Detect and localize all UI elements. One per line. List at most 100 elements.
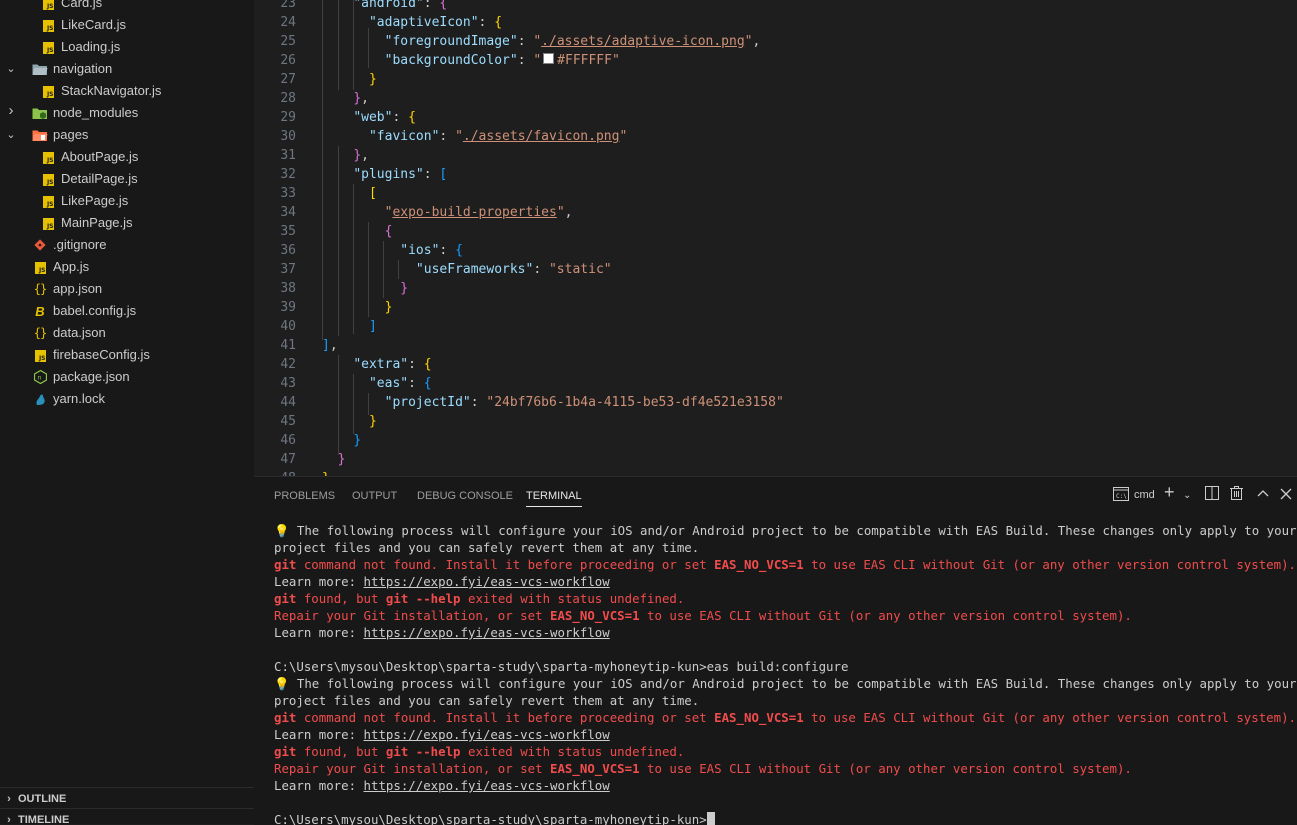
shell-name-label[interactable]: cmd (1134, 486, 1155, 504)
tree-item-label: .gitignore (53, 237, 107, 252)
tree-item[interactable]: LikePage.js (0, 190, 254, 212)
line-number: 45 (280, 414, 296, 429)
code-line[interactable]: 43 "eas": { (254, 374, 1297, 393)
js-file-icon (40, 171, 56, 187)
code-line[interactable]: 46 } (254, 431, 1297, 450)
trash-icon[interactable] (1230, 486, 1243, 504)
code-line[interactable]: 32 "plugins": [ (254, 165, 1297, 184)
terminal-line: Learn more: https://expo.fyi/eas-vcs-wor… (274, 625, 610, 640)
tree-item[interactable]: ⌄ navigation (0, 58, 254, 80)
tree-item-label: LikeCard.js (61, 17, 127, 32)
tree-item-label: AboutPage.js (61, 149, 139, 164)
tree-item[interactable]: StackNavigator.js (0, 80, 254, 102)
line-number: 48 (254, 469, 296, 476)
tree-item[interactable]: DetailPage.js (0, 168, 254, 190)
vcs-workflow-link[interactable]: https://expo.fyi/eas-vcs-workflow (364, 778, 610, 793)
code-line[interactable]: 34 "expo-build-properties", (254, 203, 1297, 222)
code-line[interactable]: 48} (254, 469, 1297, 476)
code-line[interactable]: 31 }, (254, 146, 1297, 165)
terminal-error-line: git command not found. Install it before… (274, 710, 1297, 725)
tree-item[interactable]: LikeCard.js (0, 14, 254, 36)
code-line[interactable]: 24 "adaptiveIcon": { (254, 13, 1297, 32)
indent-guide (353, 374, 354, 434)
code-line[interactable]: 28 }, (254, 89, 1297, 108)
indent-spacer: ⌄ (0, 129, 18, 141)
code-line[interactable]: 33 [ (254, 184, 1297, 203)
code-line[interactable]: 40 ] (254, 317, 1297, 336)
code-line[interactable]: 39 } (254, 298, 1297, 317)
tab-problems[interactable]: PROBLEMS (274, 487, 335, 513)
code-line[interactable]: 44 "projectId": "24bf76b6-1b4a-4115-be53… (254, 393, 1297, 412)
terminal-shell-icon[interactable]: C:\ (1113, 487, 1129, 505)
line-number: 43 (280, 376, 296, 391)
code-line[interactable]: 26 "backgroundColor": " #FFFFFF" (254, 51, 1297, 70)
chevron-down-icon[interactable]: ⌄ (4, 128, 18, 141)
vcs-workflow-link[interactable]: https://expo.fyi/eas-vcs-workflow (364, 574, 610, 589)
code-line[interactable]: 27 } (254, 70, 1297, 89)
indent-spacer: › (0, 102, 18, 119)
tree-item[interactable]: App.js (0, 256, 254, 278)
code-editor[interactable]: 23 "android": {24 "adaptiveIcon": {25 "f… (254, 0, 1297, 476)
line-number: 28 (280, 91, 296, 106)
code-line[interactable]: 45 } (254, 412, 1297, 431)
line-number: 36 (280, 243, 296, 258)
indent-guide (338, 146, 339, 336)
tree-item[interactable]: n package.json (0, 366, 254, 388)
vcs-workflow-link[interactable]: https://expo.fyi/eas-vcs-workflow (364, 625, 610, 640)
code-text: "web": { (353, 110, 416, 125)
tree-item[interactable]: ⌄ pages (0, 124, 254, 146)
tree-item[interactable]: .gitignore (0, 234, 254, 256)
close-panel-icon[interactable] (1280, 486, 1292, 504)
code-line[interactable]: 25 "foregroundImage": "./assets/adaptive… (254, 32, 1297, 51)
tree-item[interactable]: MainPage.js (0, 212, 254, 234)
timeline-section-header[interactable]: › TIMELINE (0, 808, 254, 824)
code-line[interactable]: 42 "extra": { (254, 355, 1297, 374)
outline-section-header[interactable]: › OUTLINE (0, 787, 254, 810)
vcs-workflow-link[interactable]: https://expo.fyi/eas-vcs-workflow (364, 727, 610, 742)
code-line[interactable]: 29 "web": { (254, 108, 1297, 127)
chevron-down-icon[interactable]: ⌄ (1183, 487, 1191, 505)
tree-item[interactable]: yarn.lock (0, 388, 254, 410)
line-number: 26 (280, 53, 296, 68)
code-line[interactable]: 41], (254, 336, 1297, 355)
new-terminal-plus-icon[interactable]: + (1164, 483, 1175, 501)
split-terminal-icon[interactable] (1205, 486, 1219, 504)
tree-item[interactable]: AboutPage.js (0, 146, 254, 168)
indent-guide (398, 260, 399, 279)
code-line[interactable]: 23 "android": { (254, 0, 1297, 13)
color-swatch[interactable] (543, 53, 555, 64)
code-text: } (400, 281, 409, 296)
maximize-panel-icon[interactable] (1257, 486, 1269, 504)
code-line[interactable]: 36 "ios": { (254, 241, 1297, 260)
code-text: "expo-build-properties", (384, 205, 573, 220)
tab-debug-console[interactable]: DEBUG CONSOLE (417, 487, 513, 513)
terminal-output[interactable]: 💡 The following process will configure y… (274, 522, 1297, 825)
tree-item-label: pages (53, 127, 89, 142)
tree-item[interactable]: {} app.json (0, 278, 254, 300)
tree-item[interactable]: firebaseConfig.js (0, 344, 254, 366)
line-number: 31 (280, 148, 296, 163)
chevron-down-icon[interactable]: ⌄ (4, 62, 18, 75)
tab-terminal[interactable]: TERMINAL (526, 487, 582, 507)
tree-item-label: StackNavigator.js (61, 83, 162, 98)
chevron-right-icon: › (7, 814, 11, 824)
tree-item[interactable]: Loading.js (0, 36, 254, 58)
line-number: 39 (280, 300, 296, 315)
js-file-icon (40, 17, 56, 33)
code-line[interactable]: 35 { (254, 222, 1297, 241)
tree-item[interactable]: Card.js (0, 0, 254, 14)
tab-output[interactable]: OUTPUT (352, 487, 397, 513)
code-line[interactable]: 30 "favicon": "./assets/favicon.png" (254, 127, 1297, 146)
tree-item[interactable]: Bbabel.config.js (0, 300, 254, 322)
terminal-line: 💡 The following process will configure y… (274, 676, 1297, 691)
code-line[interactable]: 37 "useFrameworks": "static" (254, 260, 1297, 279)
indent-guide (353, 184, 354, 334)
chevron-right-icon[interactable]: › (4, 102, 18, 119)
tree-item-label: App.js (53, 259, 90, 274)
tree-item[interactable]: › node_modules (0, 102, 254, 124)
code-line[interactable]: 47 } (254, 450, 1297, 469)
code-text: ] (368, 319, 377, 334)
code-line[interactable]: 38 } (254, 279, 1297, 298)
tree-item[interactable]: {} data.json (0, 322, 254, 344)
terminal-error-line: git found, but git --help exited with st… (274, 591, 685, 606)
